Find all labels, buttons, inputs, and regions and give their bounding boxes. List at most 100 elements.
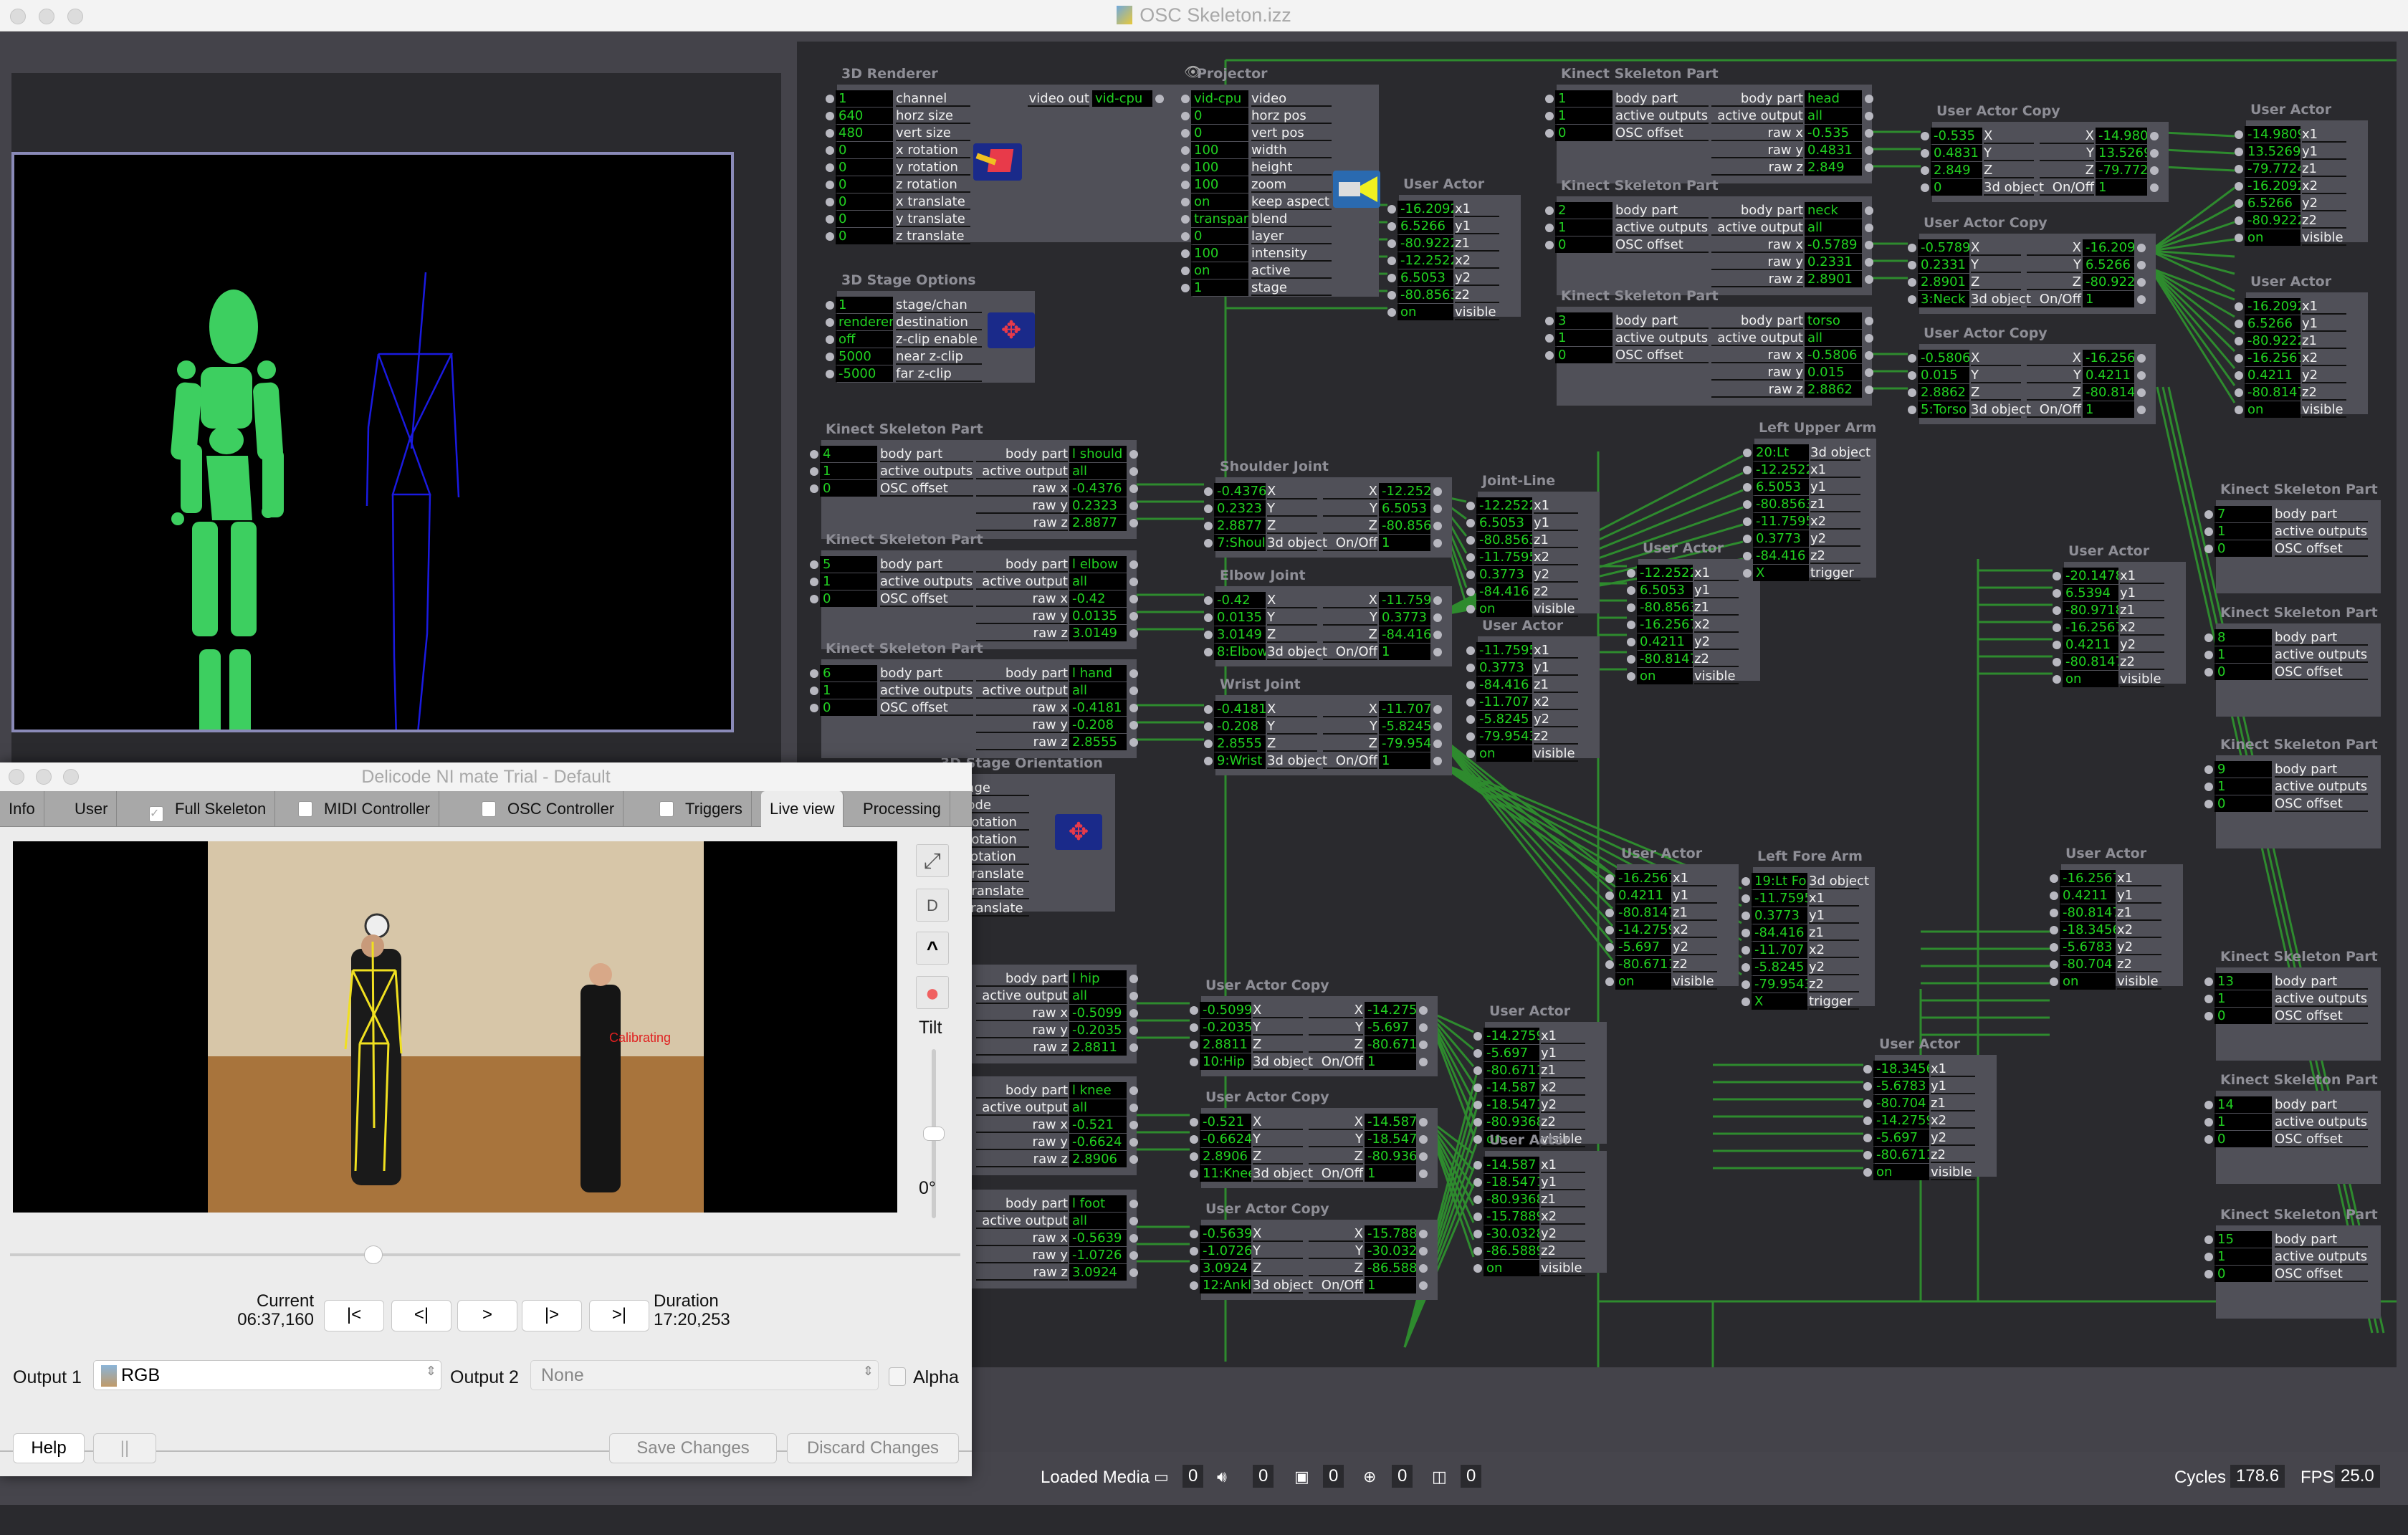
output-port[interactable]: [1129, 1268, 1138, 1277]
eye-icon[interactable]: 👁︎: [1184, 63, 1205, 80]
value-field[interactable]: 0.4211: [2060, 887, 2116, 904]
nimate-minimize-button[interactable]: [36, 769, 52, 785]
value-field[interactable]: -80.704: [2060, 956, 2116, 972]
input-port[interactable]: [1742, 998, 1750, 1006]
value-field[interactable]: 11:Knee: [1200, 1165, 1251, 1182]
value-field[interactable]: -11.707: [1752, 942, 1807, 958]
value-field[interactable]: -0.5639: [1200, 1225, 1251, 1242]
value-field[interactable]: -0.4181: [1214, 701, 1266, 717]
value-field[interactable]: -0.5099: [1200, 1002, 1251, 1018]
output-port[interactable]: [1865, 95, 1873, 103]
value-field[interactable]: -11.707: [1476, 694, 1532, 710]
value-field[interactable]: 2.8877: [1214, 517, 1266, 534]
output1-select[interactable]: RGB ⇕: [93, 1360, 441, 1390]
output-port[interactable]: [1129, 721, 1138, 730]
wire[interactable]: [1432, 730, 1614, 961]
input-port[interactable]: [1743, 535, 1752, 543]
value-field[interactable]: 1: [820, 573, 877, 590]
output-port[interactable]: [1129, 467, 1138, 476]
input-port[interactable]: [2235, 302, 2243, 311]
value-field[interactable]: -80.9222: [2245, 333, 2300, 349]
input-port[interactable]: [826, 181, 834, 189]
output-port[interactable]: [1419, 1041, 1428, 1049]
input-port[interactable]: [826, 146, 834, 155]
value-field[interactable]: -15.7889: [1484, 1208, 1539, 1225]
tab-checkbox[interactable]: ✓: [149, 806, 163, 822]
input-port[interactable]: [1921, 149, 1929, 158]
input-port[interactable]: [1466, 732, 1475, 741]
output-port[interactable]: [1433, 631, 1442, 639]
input-port[interactable]: [2053, 623, 2061, 632]
value-field[interactable]: 0.0135: [1214, 609, 1266, 626]
input-port[interactable]: [1466, 519, 1475, 527]
value-field[interactable]: all: [1069, 988, 1127, 1004]
value-field[interactable]: 1: [1365, 1053, 1416, 1070]
value-field[interactable]: -12.2522: [1637, 565, 1693, 581]
value-field[interactable]: -14.587: [1484, 1079, 1539, 1096]
input-port[interactable]: [1605, 874, 1614, 883]
value-field[interactable]: neck: [1805, 202, 1862, 219]
input-port[interactable]: [2204, 527, 2213, 536]
input-port[interactable]: [1627, 603, 1635, 612]
input-port[interactable]: [2204, 651, 2213, 659]
value-field[interactable]: 3.0924: [1069, 1264, 1127, 1281]
value-field[interactable]: -0.5789: [1918, 239, 1969, 256]
play-button[interactable]: >: [457, 1300, 517, 1331]
value-field[interactable]: 0.3773: [1476, 659, 1532, 676]
tab-checkbox[interactable]: [298, 801, 312, 817]
value-field[interactable]: 2.8811: [1069, 1039, 1127, 1056]
input-port[interactable]: [826, 353, 834, 361]
output-port[interactable]: [1865, 317, 1873, 325]
output-port[interactable]: [1433, 648, 1442, 656]
output-port[interactable]: [1865, 241, 1873, 249]
value-field[interactable]: -5.697: [1484, 1045, 1539, 1061]
output-port[interactable]: [1433, 613, 1442, 622]
output-port[interactable]: [1865, 386, 1873, 394]
output-port[interactable]: [1433, 757, 1442, 765]
output-port[interactable]: [1419, 1006, 1428, 1015]
value-field[interactable]: on: [1476, 745, 1532, 762]
value-field[interactable]: -18.5471: [1484, 1096, 1539, 1113]
value-field[interactable]: -12.2522: [1379, 483, 1430, 499]
output-port[interactable]: [1865, 368, 1873, 377]
input-port[interactable]: [2235, 199, 2243, 208]
input-port[interactable]: [1742, 912, 1750, 920]
output-port[interactable]: [2150, 132, 2159, 140]
input-port[interactable]: [1466, 698, 1475, 707]
input-port[interactable]: [826, 301, 834, 310]
output-port[interactable]: [1865, 146, 1873, 155]
input-port[interactable]: [1545, 129, 1554, 138]
input-port[interactable]: [1190, 1247, 1198, 1256]
output-port[interactable]: [2137, 406, 2146, 414]
value-field[interactable]: 1: [2083, 291, 2134, 307]
output-port[interactable]: [1419, 1230, 1428, 1238]
input-port[interactable]: [2235, 182, 2243, 191]
value-field[interactable]: 0.2331: [1805, 254, 1862, 270]
tab-live-view[interactable]: Live view: [761, 791, 844, 827]
value-field[interactable]: 3.0149: [1214, 626, 1266, 643]
input-port[interactable]: [1181, 198, 1190, 206]
output-port[interactable]: [1129, 1026, 1138, 1035]
value-field[interactable]: 0: [1555, 236, 1612, 253]
value-field[interactable]: 0: [2214, 540, 2272, 557]
value-field[interactable]: 0: [1191, 107, 1248, 124]
input-port[interactable]: [1387, 291, 1396, 300]
wire[interactable]: [2149, 267, 2235, 335]
input-port[interactable]: [826, 232, 834, 241]
value-field[interactable]: l hip: [1069, 970, 1127, 987]
input-port[interactable]: [2050, 926, 2058, 934]
value-field[interactable]: 0: [820, 590, 877, 607]
output-port[interactable]: [2137, 295, 2146, 304]
input-port[interactable]: [2204, 800, 2213, 808]
alpha-checkbox[interactable]: [889, 1367, 906, 1386]
value-field[interactable]: 0.4211: [1615, 887, 1671, 904]
value-field[interactable]: -80.8563: [1637, 599, 1693, 616]
value-field[interactable]: -80.6711: [1873, 1147, 1929, 1163]
output-port[interactable]: [1865, 112, 1873, 120]
value-field[interactable]: 6.5266: [2083, 257, 2134, 273]
input-port[interactable]: [1627, 655, 1635, 664]
output-port[interactable]: [1433, 522, 1442, 530]
value-field[interactable]: 14: [2214, 1096, 2272, 1113]
pause-button[interactable]: ||: [93, 1433, 156, 1463]
value-field[interactable]: 0.4831: [1805, 142, 1862, 158]
